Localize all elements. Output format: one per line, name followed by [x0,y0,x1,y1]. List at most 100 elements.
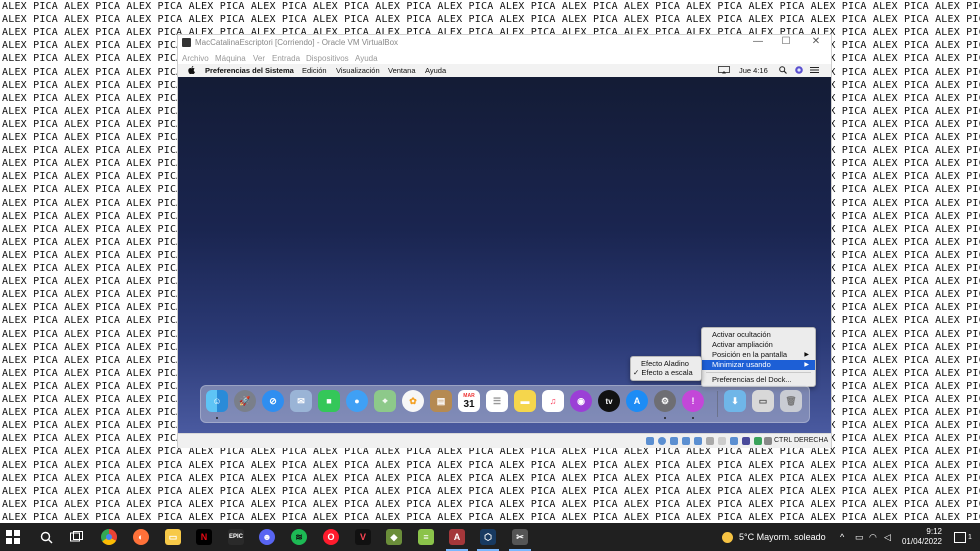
app-store-icon[interactable]: A [626,390,648,412]
submenu-arrow-icon: ▶ [804,362,809,368]
mac-clock[interactable]: Jue 4:16 [739,66,768,75]
weather-text: 5°C Mayorm. soleado [739,532,826,542]
valorant-icon[interactable]: V [355,529,371,545]
feedback-icon[interactable]: ! [682,390,704,412]
notification-center-icon[interactable] [810,66,819,76]
spotify-icon[interactable]: ≋ [291,529,307,545]
submenu-item-efecto-escala[interactable]: ✓ Efecto a escala [631,368,701,378]
mac-menu-edicion[interactable]: Edición [302,66,327,75]
display-mirroring-icon[interactable] [718,66,730,76]
wallpaper-text-line: ALEX PICA ALEX PICA ALEX PICA ALEX PICA … [2,1,980,12]
contacts-icon[interactable]: ▤ [430,390,452,412]
vbox-menu-bar: Archivo Máquina Ver Entrada Dispositivos… [178,51,831,64]
mac-menu-visualizacion[interactable]: Visualización [336,66,380,75]
shared-folders-icon[interactable] [706,437,714,445]
facetime-icon[interactable]: ■ [318,390,340,412]
menu-separator [706,372,811,373]
checkmark-icon: ✓ [633,368,640,377]
snipping-tool-icon[interactable]: ✂ [512,529,528,545]
menu-item-minimizar-usando[interactable]: Minimizar usando ▶ [702,360,815,370]
siri-icon[interactable] [795,66,803,76]
notification-icon[interactable]: 1 [954,523,972,551]
reminders-icon[interactable]: ☰ [486,390,508,412]
podcasts-icon[interactable]: ◉ [570,390,592,412]
apple-menu-icon[interactable] [188,66,195,76]
safari-icon[interactable]: ⊘ [262,390,284,412]
epic-games-icon[interactable]: EPIC [228,529,244,545]
messages-icon[interactable]: ● [346,390,368,412]
access-icon[interactable]: A [449,529,465,545]
virtualbox-window: MacCatalinaEscriptori [Corriendo] - Orac… [178,35,831,448]
task-view-icon[interactable] [68,529,84,545]
downloads-icon[interactable]: ⬇ [724,390,746,412]
menu-item-posicion-pantalla[interactable]: Posición en la pantalla ▶ [702,350,815,360]
menu-item-activar-ampliacion[interactable]: Activar ampliación [702,340,815,350]
spotlight-search-icon[interactable] [779,66,787,76]
host-key-label[interactable]: CTRL DERECHA [774,437,828,444]
firefox-icon[interactable]: ◐ [133,529,149,545]
video-capture-icon[interactable] [730,437,738,445]
mac-menu-ventana[interactable]: Ventana [388,66,416,75]
vbox-title-bar[interactable]: MacCatalinaEscriptori [Corriendo] - Orac… [178,35,831,51]
vbox-menu-dispositivos[interactable]: Dispositivos [306,54,349,63]
network-icon[interactable] [682,437,690,445]
volume-icon[interactable]: ◁ [884,523,891,551]
trash-icon[interactable]: 🗑 [780,390,802,412]
vbox-status-bar: CTRL DERECHA [178,433,831,448]
weather-widget[interactable]: 5°C Mayorm. soleado [722,523,826,551]
start-button-icon[interactable] [5,529,21,545]
wifi-icon[interactable]: ◠ [869,523,877,551]
battery-icon[interactable]: ▭ [855,523,864,551]
discord-icon[interactable]: ☻ [259,529,275,545]
screenshot-icon[interactable]: ▭ [752,390,774,412]
keyboard-icon[interactable] [764,437,772,445]
sun-icon [722,531,733,543]
mouse-integration-icon[interactable] [754,437,762,445]
wallpaper-text-line: ALEX PICA ALEX PICA ALEX PICA ALEX PICA … [2,498,980,510]
minimize-button[interactable]: — [748,36,768,47]
usb-icon[interactable] [694,437,702,445]
bluestacks-icon[interactable]: ≡ [418,529,434,545]
opera-icon[interactable]: O [323,529,339,545]
minimize-effect-submenu: Efecto Aladino ✓ Efecto a escala [630,356,702,381]
launchpad-icon[interactable]: 🚀 [234,390,256,412]
maps-icon[interactable]: ⌖ [374,390,396,412]
search-icon[interactable] [38,529,54,545]
finder-icon[interactable]: ☺ [206,390,228,412]
file-explorer-icon[interactable]: ▭ [165,529,181,545]
netflix-icon[interactable]: N [196,529,212,545]
macos-desktop: Preferencias del Sistema Edición Visuali… [178,64,831,433]
submenu-arrow-icon: ▶ [804,352,809,358]
hard-disk-icon[interactable] [646,437,654,445]
wallpaper-text-line: ALEX PICA ALEX PICA ALEX PICA ALEX PICA … [2,459,980,471]
mail-icon[interactable]: ✉ [290,390,312,412]
vbox-menu-ver[interactable]: Ver [253,54,265,63]
vbox-menu-archivo[interactable]: Archivo [182,54,209,63]
close-button[interactable]: ✕ [806,36,826,47]
maximize-button[interactable]: ☐ [776,36,796,47]
minecraft-icon[interactable]: ◆ [386,529,402,545]
mac-menu-ayuda[interactable]: Ayuda [425,66,446,75]
calendar-icon[interactable]: MAR 31 [458,390,480,412]
menu-item-activar-ocultacion[interactable]: Activar ocultación [702,330,815,340]
vbox-menu-ayuda[interactable]: Ayuda [355,54,378,63]
audio-icon[interactable] [670,437,678,445]
virtualbox-app-icon [182,38,191,47]
mac-app-name[interactable]: Preferencias del Sistema [205,66,294,75]
windows-taskbar: ◐ ▭ N EPIC ☻ ≋ O V ◆ ≡ A ⬡ ✂ 5°C Mayorm.… [0,523,980,551]
chrome-icon[interactable] [101,529,117,545]
vbox-menu-entrada[interactable]: Entrada [272,54,300,63]
photos-icon[interactable]: ✿ [402,390,424,412]
cpu-icon[interactable] [742,437,750,445]
show-hidden-icons-chevron-icon[interactable]: ^ [840,523,844,551]
menu-item-preferencias-dock[interactable]: Preferencias del Dock... [702,375,815,385]
display-icon[interactable] [718,437,726,445]
system-preferences-icon[interactable]: ⚙ [654,390,676,412]
music-icon[interactable]: ♫ [542,390,564,412]
vbox-menu-maquina[interactable]: Máquina [215,54,246,63]
notes-icon[interactable]: ▬ [514,390,536,412]
tv-icon[interactable]: tv [598,390,620,412]
optical-drive-icon[interactable] [658,437,666,445]
clock[interactable]: 9:12 01/04/2022 [900,523,942,551]
virtualbox-icon[interactable]: ⬡ [480,529,496,545]
